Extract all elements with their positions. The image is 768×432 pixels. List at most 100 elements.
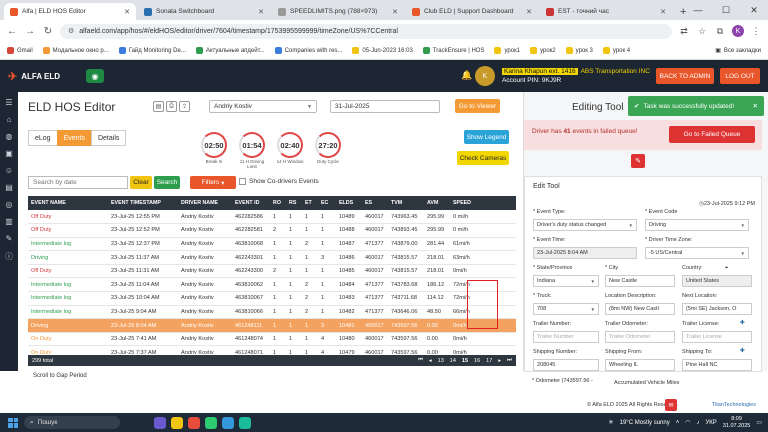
home-icon[interactable]: ⌂: [7, 115, 12, 124]
go-to-failed-queue-button[interactable]: Go to Failed Queue: [669, 126, 755, 143]
next-location-field[interactable]: (5mi SE) Jackson, O: [682, 303, 752, 315]
add-icon[interactable]: ✚: [740, 320, 745, 326]
site-info-icon[interactable]: ⚙: [68, 27, 74, 35]
bookmark-item[interactable]: Актуальные апдейт...: [193, 47, 268, 54]
scroll-to-gap-link[interactable]: Scroll to Gap Period: [33, 373, 87, 379]
first-page-icon[interactable]: ⏮: [418, 357, 423, 364]
bookmark-item[interactable]: урок 4: [600, 47, 633, 54]
upload-icon[interactable]: ⇪: [179, 101, 190, 112]
forward-icon[interactable]: →: [24, 26, 36, 37]
url-field[interactable]: ⚙ alfaeld.com/app/hos/#/eldHOS/editor/dr…: [60, 23, 672, 39]
city-field[interactable]: New Castle: [605, 275, 675, 287]
page-number[interactable]: 15: [462, 358, 468, 364]
tray-chevron-icon[interactable]: ˄: [676, 420, 680, 426]
trailer-odometer-field[interactable]: Trailer Odometer: [605, 331, 675, 343]
column-header[interactable]: ET: [302, 196, 318, 210]
clear-button[interactable]: Clear: [130, 176, 152, 189]
table-row[interactable]: Intermediate log 23-Jul-25 12:37 PM Andriy…: [28, 237, 516, 252]
bookmark-item[interactable]: Гайд Monitoring De...: [116, 47, 189, 54]
windows-start-icon[interactable]: [8, 417, 18, 428]
state-select[interactable]: Indiana ▼: [533, 275, 599, 287]
network-icon[interactable]: ◠: [685, 419, 690, 426]
check-cameras-button[interactable]: Check Cameras: [457, 151, 509, 165]
edit-pencil-icon[interactable]: ✎: [631, 154, 645, 168]
bookmark-item[interactable]: Companies with res...: [272, 47, 346, 54]
date-picker[interactable]: 31-Jul-2025: [330, 100, 440, 113]
tab-close-icon[interactable]: ✕: [124, 8, 130, 16]
column-header[interactable]: EVENT TIMESTAMP: [108, 196, 178, 210]
notification-icon[interactable]: ▭: [756, 419, 762, 426]
column-header[interactable]: RS: [286, 196, 302, 210]
weather[interactable]: 19°C Mostly sunny: [620, 420, 670, 426]
browser-tab[interactable]: Alfa | ELD HOS Editor ✕: [4, 3, 136, 20]
browser-tab[interactable]: Sonata Switchboard ✕: [138, 3, 270, 20]
bookmark-item[interactable]: 05-Jun-2023 16:03: [349, 47, 415, 54]
tab-close-icon[interactable]: ✕: [258, 8, 264, 16]
column-header[interactable]: TVM: [388, 196, 424, 210]
table-row[interactable]: Intermediate log 23-Jul-25 10:04 AM Andriy…: [28, 291, 516, 306]
menu-toggle-icon[interactable]: ☰: [5, 98, 12, 107]
app-icon[interactable]: [205, 416, 217, 429]
table-row[interactable]: Intermediate log 23-Jul-25 11:04 AM Andriy…: [28, 277, 516, 293]
bookmark-item[interactable]: урок2: [527, 47, 559, 54]
next-page-icon[interactable]: ▸: [498, 358, 501, 364]
back-icon[interactable]: ←: [6, 26, 18, 37]
close-icon[interactable]: ✕: [740, 0, 768, 20]
country-field[interactable]: United States: [682, 275, 752, 287]
table-row[interactable]: Off Duty 23-Jul-25 12:55 PM Andriy Kostiv 4…: [28, 210, 516, 225]
event-type-select[interactable]: Driver's duty status changed ▼: [533, 219, 637, 231]
page-number[interactable]: 16: [474, 358, 480, 364]
location-icon[interactable]: ◎: [6, 200, 13, 209]
checkbox[interactable]: [239, 178, 246, 185]
column-header[interactable]: EVENT ID: [232, 196, 270, 210]
tz-select[interactable]: -5 US/Central ▼: [645, 247, 749, 259]
translate-icon[interactable]: ⇄: [678, 26, 690, 37]
location-pin-icon[interactable]: ⌖: [725, 265, 728, 272]
column-header[interactable]: ELDS: [336, 196, 362, 210]
page-number[interactable]: 13: [438, 358, 444, 364]
table-row[interactable]: On Duty 23-Jul-25 7:41 AM Andriy Kostiv 461…: [28, 332, 516, 347]
column-header[interactable]: AVM: [424, 196, 450, 210]
column-header[interactable]: RO: [270, 196, 286, 210]
language[interactable]: УКР: [705, 420, 716, 426]
profile-avatar[interactable]: K: [732, 25, 744, 37]
bell-icon[interactable]: 🔔: [461, 70, 472, 81]
reload-icon[interactable]: ↻: [42, 26, 54, 37]
table-row[interactable]: On Duty 23-Jul-25 7:37 AM Andriy Kostiv 461…: [28, 345, 516, 354]
bookmark-item[interactable]: TrackEnsure | HOS: [420, 47, 488, 54]
page-number[interactable]: 17: [486, 358, 492, 364]
table-row[interactable]: Driving 23-Jul-25 8:04 AM Andriy Kostiv 461…: [28, 318, 516, 333]
truck-select[interactable]: 708 ▼: [533, 303, 599, 315]
chat-icon[interactable]: ✉: [665, 399, 677, 411]
eye-icon[interactable]: ◉: [86, 69, 104, 83]
app-icon[interactable]: [222, 416, 234, 429]
tab-close-icon[interactable]: ✕: [526, 8, 532, 16]
logout-button[interactable]: LOG OUT: [720, 68, 760, 84]
trailer-license-field[interactable]: Trailer License: [682, 331, 752, 343]
date-search-input[interactable]: [28, 176, 128, 189]
back-to-admin-button[interactable]: BACK TO ADMIN: [656, 68, 714, 84]
maximize-icon[interactable]: ☐: [712, 0, 740, 20]
info-icon[interactable]: ⓘ: [5, 251, 13, 262]
bookmark-item[interactable]: урок1: [491, 47, 523, 54]
driver-select[interactable]: Andriy Kostiv ▼: [209, 100, 317, 113]
browser-tab[interactable]: Club ELD | Support Dashboard ✕: [406, 3, 538, 20]
tab-details[interactable]: Details: [90, 130, 127, 146]
document-icon[interactable]: ▤: [153, 101, 164, 112]
column-header[interactable]: EC: [318, 196, 336, 210]
truck-icon[interactable]: ▣: [5, 149, 13, 158]
tab-events[interactable]: Events: [56, 130, 92, 146]
chart-icon[interactable]: ▥: [5, 217, 13, 226]
minimize-icon[interactable]: —: [684, 0, 712, 20]
volume-icon[interactable]: ♪: [696, 420, 699, 426]
table-row[interactable]: Intermediate log 23-Jul-25 9:04 AM Andriy …: [28, 305, 516, 320]
last-page-icon[interactable]: ⏭: [507, 357, 512, 364]
taskbar-search[interactable]: ⌕ Пошук: [24, 416, 120, 429]
trailer-number-field[interactable]: Trailer Number: [533, 331, 599, 343]
skype-icon[interactable]: [239, 416, 251, 429]
shipping-number-field[interactable]: 208045: [533, 359, 599, 371]
show-legend-button[interactable]: Show Legend: [464, 130, 509, 144]
add-icon[interactable]: ✚: [740, 348, 745, 354]
file-explorer-icon[interactable]: [171, 416, 183, 429]
user-icon[interactable]: ☺: [5, 166, 13, 175]
